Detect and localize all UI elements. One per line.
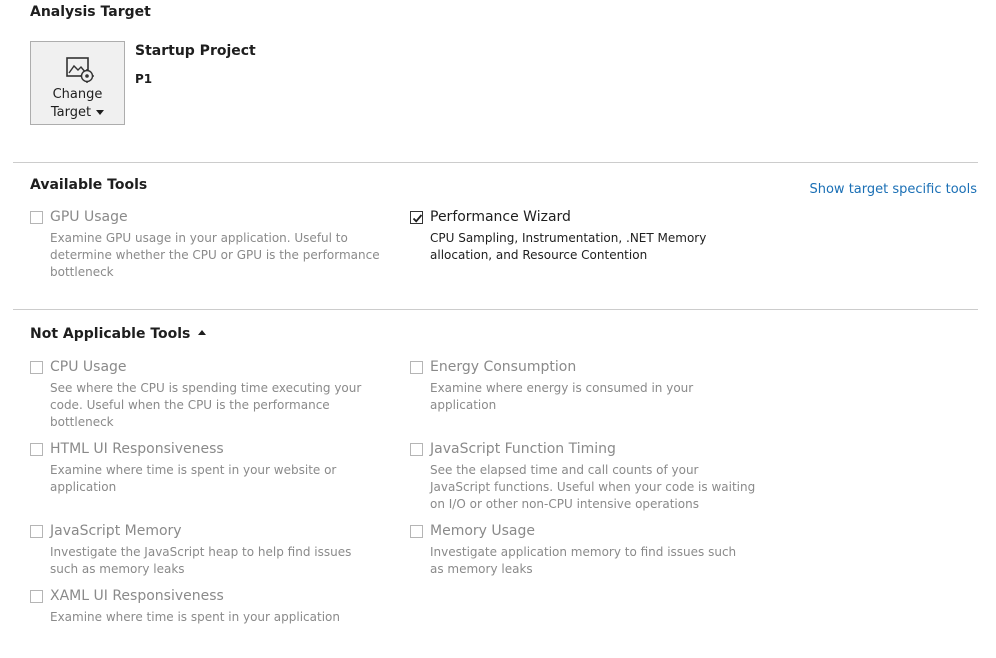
image-gear-icon xyxy=(66,57,94,83)
javascript-memory-checkbox[interactable] xyxy=(30,525,43,538)
javascript-function-timing-checkbox[interactable] xyxy=(410,443,423,456)
gpu-usage-checkbox[interactable] xyxy=(30,211,43,224)
analysis-target-heading: Analysis Target xyxy=(30,4,151,20)
tool-name: GPU Usage xyxy=(50,209,128,225)
checkmark-icon xyxy=(412,214,423,223)
xaml-ui-responsiveness-checkbox[interactable] xyxy=(30,590,43,603)
tool-name: Memory Usage xyxy=(430,523,536,539)
tool-name: XAML UI Responsiveness xyxy=(50,588,224,604)
change-target-label-line2: Target xyxy=(31,105,124,120)
tool-name: HTML UI Responsiveness xyxy=(50,441,224,457)
tool-name: Performance Wizard xyxy=(430,209,571,225)
tool-description: Examine where time is spent in your webs… xyxy=(50,463,337,494)
energy-consumption-checkbox[interactable] xyxy=(410,361,423,374)
tool-description: Investigate the JavaScript heap to help … xyxy=(50,545,352,576)
memory-usage-checkbox[interactable] xyxy=(410,525,423,538)
tool-name: JavaScript Memory xyxy=(50,523,182,539)
not-applicable-tools-header[interactable]: Not Applicable Tools xyxy=(30,326,207,342)
html-ui-responsiveness-checkbox[interactable] xyxy=(30,443,43,456)
tool-description: Investigate application memory to find i… xyxy=(430,545,737,576)
tool-name: Energy Consumption xyxy=(430,359,577,375)
cpu-usage-checkbox[interactable] xyxy=(30,361,43,374)
tool-description: Examine GPU usage in your application. U… xyxy=(50,231,380,279)
chevron-up-icon xyxy=(198,330,207,335)
tool-description: See the elapsed time and call counts of … xyxy=(430,463,756,511)
change-target-label-line1: Change xyxy=(52,87,103,102)
startup-project-label: Startup Project xyxy=(135,43,256,59)
tool-description: CPU Sampling, Instrumentation, .NET Memo… xyxy=(430,231,707,262)
tool-description: Examine where time is spent in your appl… xyxy=(50,610,340,624)
not-applicable-tools-heading: Not Applicable Tools xyxy=(30,326,191,342)
performance-wizard-checkbox[interactable] xyxy=(410,211,423,224)
tool-name: CPU Usage xyxy=(50,359,127,375)
chevron-down-icon xyxy=(96,110,105,115)
project-name: P1 xyxy=(135,72,153,86)
change-target-button[interactable]: Change Target xyxy=(30,41,125,125)
tool-name: JavaScript Function Timing xyxy=(430,441,616,457)
tool-description: Examine where energy is consumed in your… xyxy=(430,381,694,412)
change-target-label-line2-text: Target xyxy=(50,105,92,120)
divider xyxy=(13,162,978,163)
show-target-specific-tools-link[interactable]: Show target specific tools xyxy=(809,182,977,197)
tool-description: See where the CPU is spending time execu… xyxy=(50,381,362,429)
divider xyxy=(13,309,978,310)
available-tools-heading: Available Tools xyxy=(30,177,148,193)
